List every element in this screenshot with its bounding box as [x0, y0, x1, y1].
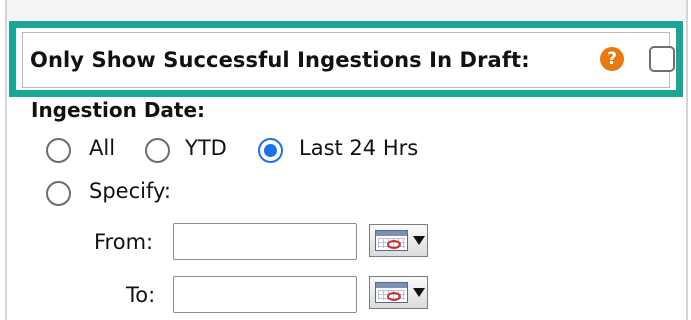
panel-left-border	[5, 0, 7, 320]
draft-only-checkbox[interactable]	[649, 46, 675, 72]
panel-top-band	[5, 0, 688, 20]
filter-panel: Only Show Successful Ingestions In Draft…	[0, 0, 691, 320]
help-icon[interactable]: ?	[600, 47, 624, 71]
draft-only-label: Only Show Successful Ingestions In Draft…	[30, 48, 530, 72]
to-date-input[interactable]	[173, 276, 357, 313]
radio-all[interactable]	[46, 138, 71, 163]
from-label: From:	[94, 230, 154, 254]
dropdown-arrow-icon	[413, 288, 425, 297]
dropdown-arrow-icon	[413, 236, 425, 245]
calendar-icon	[375, 230, 408, 251]
ingestion-date-title: Ingestion Date:	[31, 98, 206, 122]
radio-last-24-hrs[interactable]	[258, 138, 283, 163]
to-calendar-button[interactable]	[369, 276, 428, 309]
panel-right-border	[686, 0, 688, 320]
radio-ytd-label[interactable]: YTD	[185, 136, 227, 160]
radio-last-24-hrs-label[interactable]: Last 24 Hrs	[299, 136, 418, 160]
draft-filter-highlight: Only Show Successful Ingestions In Draft…	[9, 21, 683, 97]
calendar-icon	[375, 282, 408, 303]
from-date-input[interactable]	[173, 223, 357, 260]
radio-ytd[interactable]	[145, 138, 170, 163]
radio-all-label[interactable]: All	[89, 136, 115, 160]
radio-specify[interactable]	[46, 181, 71, 206]
draft-filter-row: Only Show Successful Ingestions In Draft…	[22, 32, 675, 88]
radio-specify-label[interactable]: Specify:	[89, 179, 171, 203]
to-label: To:	[126, 283, 156, 307]
from-calendar-button[interactable]	[369, 224, 428, 257]
